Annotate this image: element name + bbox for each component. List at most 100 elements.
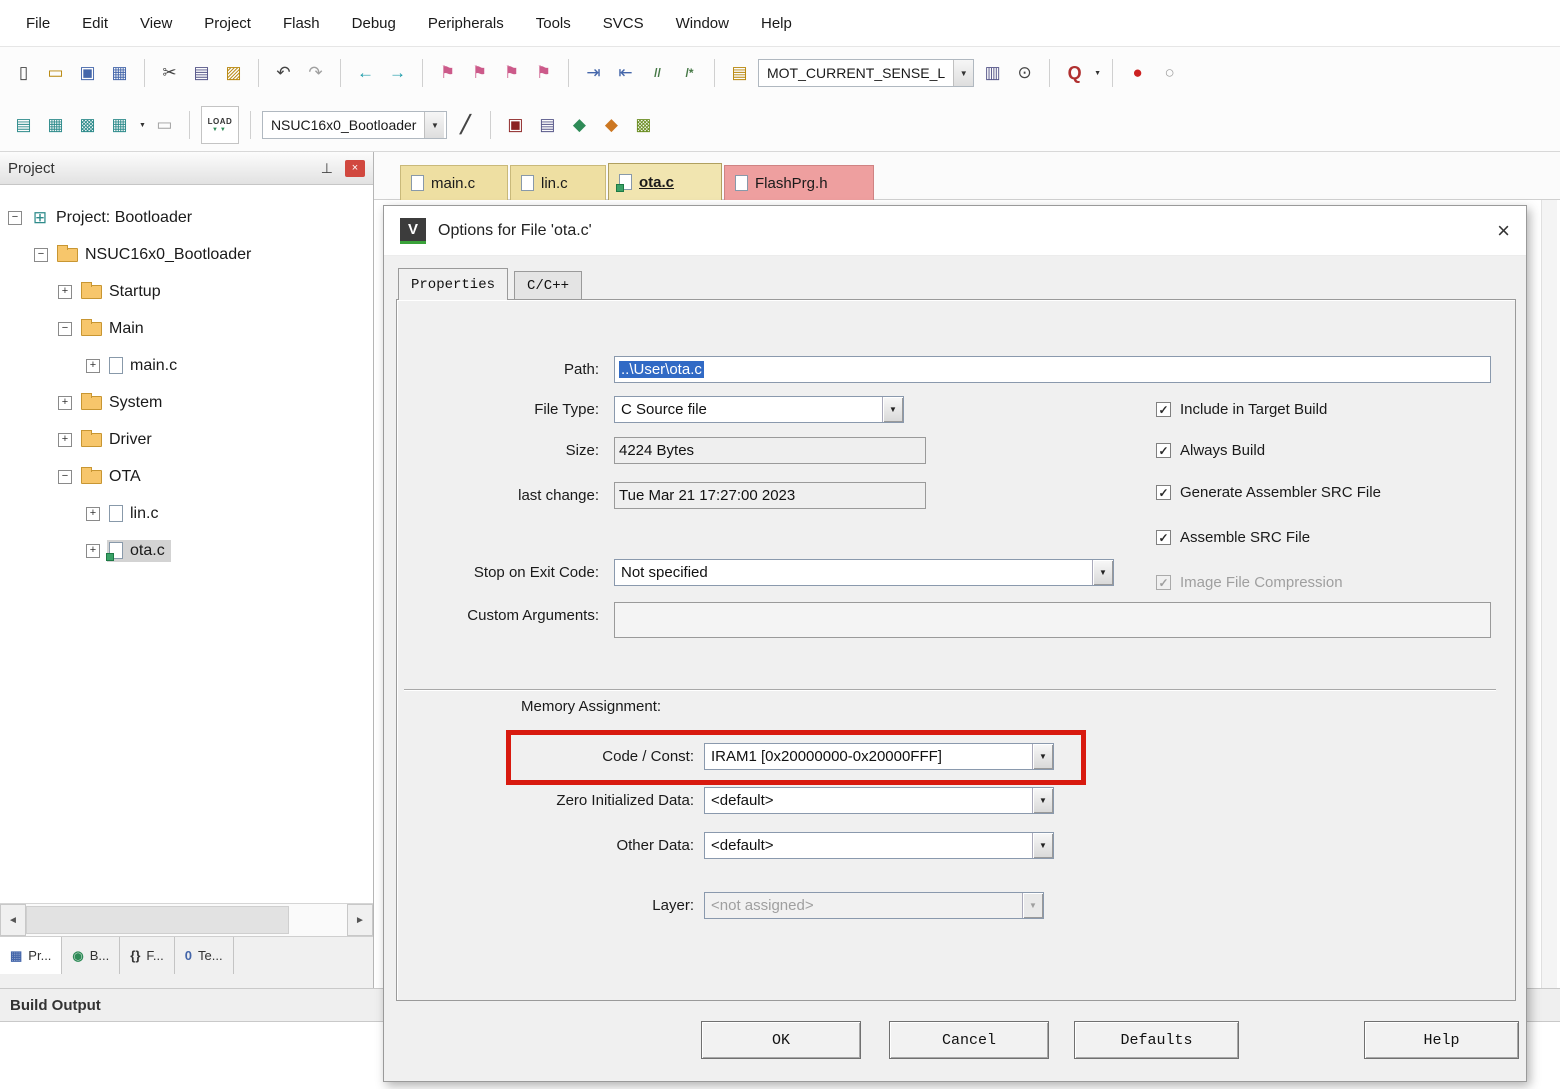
undo-icon[interactable]: ↶ bbox=[270, 60, 297, 87]
flash-tools-icon[interactable]: ▩ bbox=[630, 112, 657, 139]
chevron-down-icon[interactable]: ▼ bbox=[882, 397, 903, 422]
zero-initialized-data-select[interactable]: <default> ▼ bbox=[704, 787, 1054, 814]
ok-button[interactable]: OK bbox=[701, 1021, 861, 1059]
expander-icon[interactable]: − bbox=[58, 470, 72, 484]
pin-icon[interactable]: ⊥ bbox=[321, 160, 333, 177]
indent-icon[interactable]: ⇥ bbox=[580, 60, 607, 87]
prev-bookmark-icon[interactable]: ⚑ bbox=[498, 60, 525, 87]
menu-peripherals[interactable]: Peripherals bbox=[428, 15, 504, 32]
open-folder-icon[interactable]: ▭ bbox=[42, 60, 69, 87]
code-const-select[interactable]: IRAM1 [0x20000000-0x20000FFF] ▼ bbox=[704, 743, 1054, 770]
chevron-down-icon[interactable]: ▼ bbox=[1032, 744, 1053, 769]
breakpoint-icon[interactable]: ● bbox=[1124, 60, 1151, 87]
translate-file-icon[interactable]: ▤ bbox=[10, 112, 37, 139]
tab-main-c[interactable]: main.c bbox=[400, 165, 508, 200]
chevron-down-icon[interactable]: ▼ bbox=[139, 122, 146, 129]
menu-help[interactable]: Help bbox=[761, 15, 792, 32]
tree-item-lin-c[interactable]: + lin.c bbox=[0, 495, 373, 532]
chevron-down-icon[interactable]: ▼ bbox=[1032, 833, 1053, 858]
chevron-down-icon[interactable]: ▼ bbox=[953, 60, 973, 86]
expander-icon[interactable]: − bbox=[58, 322, 72, 336]
expander-icon[interactable]: + bbox=[86, 544, 100, 558]
checkbox-always-build[interactable]: ✓ Always Build bbox=[1156, 442, 1265, 459]
scrollbar-thumb[interactable] bbox=[26, 906, 289, 934]
expander-icon[interactable]: + bbox=[58, 396, 72, 410]
scroll-right-icon[interactable]: ► bbox=[347, 904, 373, 936]
batch-build-icon[interactable]: ▦ bbox=[106, 112, 133, 139]
pack-installer-icon[interactable]: ◆ bbox=[566, 112, 593, 139]
tree-item-system[interactable]: + System bbox=[0, 384, 373, 421]
find-in-files-icon[interactable]: ▥ bbox=[979, 60, 1006, 87]
new-file-icon[interactable]: ▯ bbox=[10, 60, 37, 87]
expander-icon[interactable]: + bbox=[86, 507, 100, 521]
menu-svcs[interactable]: SVCS bbox=[603, 15, 644, 32]
tab-project-pane[interactable]: ▦ Pr... bbox=[0, 937, 62, 974]
menu-flash[interactable]: Flash bbox=[283, 15, 320, 32]
paste-icon[interactable]: ▨ bbox=[220, 60, 247, 87]
expander-icon[interactable]: − bbox=[34, 248, 48, 262]
next-bookmark-icon[interactable]: ⚑ bbox=[466, 60, 493, 87]
menu-edit[interactable]: Edit bbox=[82, 15, 108, 32]
tab-books-pane[interactable]: ◉ B... bbox=[62, 937, 120, 974]
tab-c-cpp[interactable]: C/C++ bbox=[514, 271, 582, 299]
build-icon[interactable]: ▦ bbox=[42, 112, 69, 139]
tab-properties[interactable]: Properties bbox=[398, 268, 508, 300]
configure-flags-icon[interactable]: ▤ bbox=[726, 60, 753, 87]
tree-item-main-group[interactable]: − Main bbox=[0, 310, 373, 347]
manage-runtime-environment-icon[interactable]: ◆ bbox=[598, 112, 625, 139]
chevron-down-icon[interactable]: ▼ bbox=[1094, 70, 1101, 77]
quick-search-icon[interactable]: Q bbox=[1061, 60, 1088, 87]
save-icon[interactable]: ▣ bbox=[74, 60, 101, 87]
editor-vertical-scrollbar[interactable] bbox=[1541, 200, 1557, 988]
tree-item-ota-c[interactable]: + ota.c bbox=[0, 532, 373, 569]
scroll-left-icon[interactable]: ◄ bbox=[0, 904, 26, 936]
expander-icon[interactable]: + bbox=[86, 359, 100, 373]
defaults-button[interactable]: Defaults bbox=[1074, 1021, 1239, 1059]
expander-icon[interactable]: + bbox=[58, 285, 72, 299]
save-all-icon[interactable]: ▦ bbox=[106, 60, 133, 87]
tree-item-startup[interactable]: + Startup bbox=[0, 273, 373, 310]
uncomment-selection-icon[interactable]: /* bbox=[676, 60, 703, 87]
expander-icon[interactable]: − bbox=[8, 211, 22, 225]
manage-project-items-icon[interactable]: ▣ bbox=[502, 112, 529, 139]
dialog-close-button[interactable]: × bbox=[1497, 220, 1510, 242]
binoculars-search-icon[interactable]: ⊙ bbox=[1011, 60, 1038, 87]
redo-icon[interactable]: ↷ bbox=[302, 60, 329, 87]
tree-item-main-c[interactable]: + main.c bbox=[0, 347, 373, 384]
comment-selection-icon[interactable]: // bbox=[644, 60, 671, 87]
options-for-target-icon[interactable]: ╱ bbox=[452, 112, 479, 139]
tree-item-ota-group[interactable]: − OTA bbox=[0, 458, 373, 495]
navigate-back-icon[interactable]: ← bbox=[352, 60, 379, 87]
expander-icon[interactable]: + bbox=[58, 433, 72, 447]
menu-view[interactable]: View bbox=[140, 15, 172, 32]
tree-item-driver[interactable]: + Driver bbox=[0, 421, 373, 458]
tab-ota-c[interactable]: ota.c bbox=[608, 163, 722, 200]
tab-flashprg-h[interactable]: FlashPrg.h bbox=[724, 165, 874, 200]
tab-lin-c[interactable]: lin.c bbox=[510, 165, 606, 200]
chevron-down-icon[interactable]: ▼ bbox=[1092, 560, 1113, 585]
menu-tools[interactable]: Tools bbox=[536, 15, 571, 32]
outdent-icon[interactable]: ⇤ bbox=[612, 60, 639, 87]
checkbox-assemble-src-file[interactable]: ✓ Assemble SRC File bbox=[1156, 529, 1310, 546]
copy-icon[interactable]: ▤ bbox=[188, 60, 215, 87]
custom-arguments-input[interactable] bbox=[614, 602, 1491, 638]
tree-horizontal-scrollbar[interactable]: ◄ ► bbox=[0, 903, 373, 936]
scrollbar-track[interactable] bbox=[26, 904, 347, 936]
menu-project[interactable]: Project bbox=[204, 15, 251, 32]
toggle-bookmark-icon[interactable]: ⚑ bbox=[434, 60, 461, 87]
clear-bookmarks-icon[interactable]: ⚑ bbox=[530, 60, 557, 87]
chevron-down-icon[interactable]: ▼ bbox=[1032, 788, 1053, 813]
help-button[interactable]: Help bbox=[1364, 1021, 1519, 1059]
tree-item-project-root[interactable]: − ⊞ Project: Bootloader bbox=[0, 199, 373, 236]
tab-templates-pane[interactable]: 0 Te... bbox=[175, 937, 234, 974]
menu-window[interactable]: Window bbox=[676, 15, 729, 32]
checkbox-include-in-target-build[interactable]: ✓ Include in Target Build bbox=[1156, 401, 1327, 418]
navigate-forward-icon[interactable]: → bbox=[384, 60, 411, 87]
chevron-down-icon[interactable]: ▼ bbox=[424, 112, 444, 138]
rebuild-all-icon[interactable]: ▩ bbox=[74, 112, 101, 139]
cancel-button[interactable]: Cancel bbox=[889, 1021, 1049, 1059]
disable-breakpoint-icon[interactable]: ○ bbox=[1156, 60, 1183, 87]
checkbox-generate-assembler-src[interactable]: ✓ Generate Assembler SRC File bbox=[1156, 484, 1381, 501]
tree-item-target[interactable]: − NSUC16x0_Bootloader bbox=[0, 236, 373, 273]
define-symbol-combobox[interactable]: MOT_CURRENT_SENSE_L ▼ bbox=[758, 59, 974, 87]
